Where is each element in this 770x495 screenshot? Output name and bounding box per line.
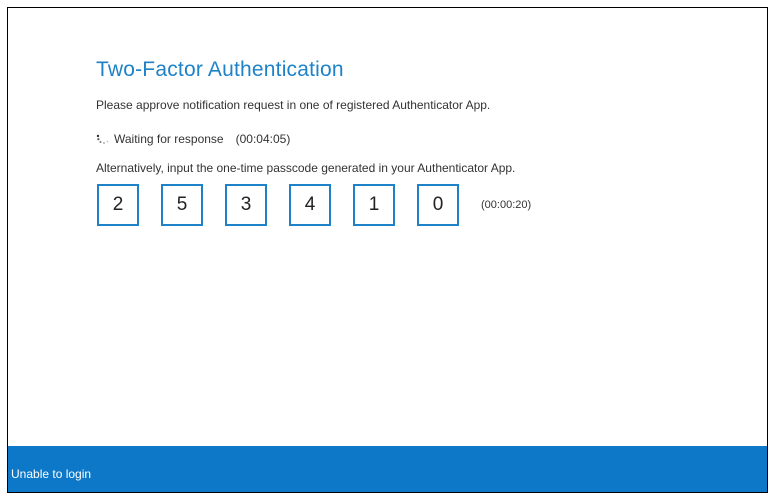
- auth-window: Two-Factor Authentication Please approve…: [7, 7, 768, 493]
- unable-to-login-link[interactable]: Unable to login: [11, 467, 91, 481]
- passcode-digit-6[interactable]: 0: [417, 184, 459, 226]
- loading-spinner-icon: [96, 134, 109, 144]
- waiting-status: Waiting for response (00:04:05): [96, 132, 290, 146]
- footer-bar: Unable to login: [8, 446, 767, 492]
- passcode-digit-4[interactable]: 4: [289, 184, 331, 226]
- page-title: Two-Factor Authentication: [96, 58, 344, 81]
- passcode-row: 2 5 3 4 1 0 (00:00:20): [97, 184, 531, 226]
- passcode-digit-2[interactable]: 5: [161, 184, 203, 226]
- passcode-digit-5[interactable]: 1: [353, 184, 395, 226]
- waiting-text: Waiting for response: [114, 132, 224, 146]
- waiting-timer: (00:04:05): [235, 132, 291, 146]
- passcode-digit-3[interactable]: 3: [225, 184, 267, 226]
- passcode-timer: (00:00:20): [481, 199, 532, 211]
- alternative-instruction: Alternatively, input the one-time passco…: [96, 161, 516, 175]
- approve-instruction: Please approve notification request in o…: [96, 98, 491, 112]
- passcode-digit-1[interactable]: 2: [97, 184, 139, 226]
